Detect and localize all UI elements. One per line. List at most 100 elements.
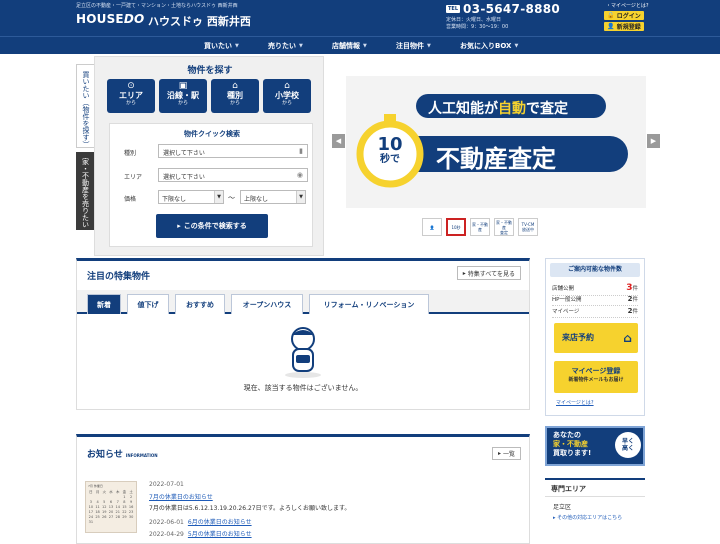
nav-store-info[interactable]: 店舗情報 ▼ [332, 41, 367, 51]
ai-appraisal-banner[interactable]: 人工知能が自動で査定 10 秒で 不動産査定 [346, 76, 646, 208]
banner-headline: 人工知能が自動で査定 [428, 101, 568, 117]
property-count-title: ご案内可能な物件数 [550, 263, 640, 277]
mypage-register-button[interactable]: マイページ登録 新着物件メールもお届け [554, 361, 638, 393]
train-icon: ▣ [178, 81, 188, 91]
chevron-down-icon: ▼ [214, 191, 223, 203]
phone-number[interactable]: 03-5647-8880 [463, 2, 560, 16]
banner-next-arrow[interactable]: ▶ [647, 134, 660, 148]
tab-reform[interactable]: リフォーム・リノベーション [309, 294, 429, 314]
featured-title: 注目の特集物件 [87, 272, 151, 282]
price-min-select[interactable]: 下限なし ▼ [158, 190, 224, 204]
nav-featured[interactable]: 注目物件 ▼ [396, 41, 431, 51]
news-title: お知らせ INFORMATION [87, 450, 158, 460]
news-item[interactable]: 2022-06-01 6月の休業日のお知らせ [149, 517, 252, 526]
area-label: エリア [124, 174, 143, 181]
calendar-header: 7月 休業日 [88, 484, 103, 488]
thumbnail-2[interactable]: 10秒 [446, 218, 466, 236]
thumbnail-4[interactable]: 家・不動産 査定 [494, 218, 514, 236]
thumbnail-5[interactable]: TV-CM 放送中 [518, 218, 538, 236]
tel-badge: TEL [446, 5, 461, 13]
header-bar: 足立区の不動産・一戸建て・マンション・土地ならハウスドゥ 西新井西 HOUSED… [0, 0, 720, 36]
news-item[interactable]: 2022-04-29 5月の休業日のお知らせ [149, 529, 252, 538]
map-pin-icon: ◉ [296, 171, 303, 179]
banner-prev-arrow[interactable]: ◀ [332, 134, 345, 148]
tab-new[interactable]: 新着 [87, 294, 121, 314]
quick-search-box: 物件クイック検索 種別 選択して下さい ▮ エリア 選択して下さい ◉ 価格 下限な… [109, 123, 313, 247]
calendar-day: 25 [95, 515, 100, 519]
news-item-link[interactable]: 7月の休業日のお知らせ [149, 492, 213, 501]
banner-main-text: 不動産査定 [436, 145, 556, 173]
search-by-area-button[interactable]: ⊙ エリア から [107, 79, 155, 113]
calendar-grid: 日月火水木金土 1 2 3 4 5 6 7 8 9 10 11 12 13 14 15 16 17 18 19 20 21… [88, 490, 134, 525]
main-nav: 買いたい ▼ 売りたい ▼ 店舗情報 ▼ 注目物件 ▼ お気に入りBOX ▼ [0, 36, 720, 54]
area-select[interactable]: 選択して下さい ◉ [158, 168, 308, 182]
login-button[interactable]: 🔒 ログイン [604, 11, 644, 20]
chevron-down-icon: ▼ [514, 43, 519, 49]
ad-fast-high-badge: 早く 高く [615, 432, 641, 458]
search-by-line-button[interactable]: ▣ 沿線・駅 から [159, 79, 207, 113]
search-by-type-button[interactable]: ⌂ 種別 から [211, 79, 259, 113]
tab-sell-property[interactable]: 家・不動産を売りたい [76, 152, 94, 230]
register-button[interactable]: 👤 新規登録 [604, 22, 644, 31]
ad-text: あなたの 家・不動産 買取ります! [553, 431, 592, 457]
tab-recommended[interactable]: おすすめ [175, 294, 225, 314]
chevron-right-icon: ▸ [462, 269, 466, 277]
chevron-right-icon: ▸ [177, 222, 181, 230]
map-pin-icon: ⊙ [127, 81, 135, 91]
housedo-logo[interactable]: HOUSEDO [76, 12, 144, 26]
property-count-panel: ご案内可能な物件数 店舗公開 3件 HP一般公開 2件 マイページ 2件 来店予約 ⌂ … [545, 258, 645, 416]
building-icon: ▮ [299, 147, 303, 155]
store-visit-reservation-button[interactable]: 来店予約 ⌂ [554, 323, 638, 353]
featured-tabs: 新着 値下げ おすすめ オープンハウス リフォーム・リノベーション [77, 290, 529, 314]
quick-search-title: 物件クイック検索 [184, 130, 240, 138]
see-all-featured-button[interactable]: ▸ 特集すべてを見る [456, 266, 521, 280]
calendar-day: 26 [102, 515, 107, 519]
nav-favorites[interactable]: お気に入りBOX ▼ [460, 41, 518, 51]
banner-thumbnails: 👤 10秒 家・不動産 家・不動産 査定 TV-CM 放送中 [422, 218, 538, 236]
mypage-about-link[interactable]: マイページとは? [556, 399, 594, 406]
lock-icon: 🔒 [607, 12, 615, 19]
no-results-message: 現在、該当する物件はございません。 [243, 384, 363, 392]
thumbnail-1[interactable]: 👤 [422, 218, 442, 236]
chevron-right-icon: ▶ [650, 137, 657, 145]
calendar-day: 29 [122, 515, 127, 519]
tab-open-house[interactable]: オープンハウス [231, 294, 303, 314]
user-icon: 👤 [607, 23, 615, 30]
property-search-panel: 物件を探す ⊙ エリア から ▣ 沿線・駅 から ⌂ 種別 から ⌂ 小学校 から 物件… [94, 56, 324, 256]
site-tagline: 足立区の不動産・一戸建て・マンション・土地ならハウスドゥ 西新井西 [76, 3, 238, 9]
holiday-calendar-image: 7月 休業日 日月火水木金土 1 2 3 4 5 6 7 8 9 10 11 12 13 14 15 16 17 1… [85, 481, 137, 533]
chevron-down-icon: ▼ [296, 191, 305, 203]
price-max-select[interactable]: 上限なし ▼ [240, 190, 306, 204]
other-areas-link[interactable]: ▸ その他の対応エリアはこちら [553, 514, 622, 521]
mascot-bowing-icon [285, 327, 321, 378]
chevron-down-icon: ▼ [363, 43, 367, 49]
price-label: 価格 [124, 196, 137, 203]
house-icon: ⌂ [623, 331, 632, 345]
calendar-day: 28 [115, 515, 120, 519]
calendar-day: 27 [108, 515, 114, 519]
news-list-button[interactable]: ▸ 一覧 [491, 447, 521, 460]
news-section: お知らせ INFORMATION ▸ 一覧 7月 休業日 日月火水木金土123456… [76, 434, 530, 544]
building-icon: ⌂ [232, 81, 238, 91]
count-row: HP一般公開 2件 [552, 295, 638, 306]
service-area-panel: 専門エリア 足立区 ▸ その他の対応エリアはこちら [545, 478, 645, 540]
calendar-day: 30 [128, 515, 134, 519]
store-name: ハウスドゥ 西新井西 [148, 15, 251, 28]
search-submit-button[interactable]: ▸ この条件で検索する [156, 214, 268, 238]
service-area-item: 足立区 [553, 504, 572, 511]
featured-properties-section: 注目の特集物件 ▸ 特集すべてを見る 新着 値下げ おすすめ オープンハウス リフ… [76, 258, 530, 410]
nav-buy[interactable]: 買いたい ▼ [204, 41, 239, 51]
tab-buy-search[interactable]: 買いたい（物件を探す） [76, 64, 94, 148]
divider [545, 496, 645, 497]
thumbnail-3[interactable]: 家・不動産 [470, 218, 490, 236]
tab-price-down[interactable]: 値下げ [127, 294, 169, 314]
phone-block[interactable]: TEL 03-5647-8880 [446, 2, 560, 16]
buyback-ad-banner[interactable]: あなたの 家・不動産 買取ります! 早く 高く [545, 426, 645, 466]
chevron-down-icon: ▼ [235, 43, 239, 49]
type-select[interactable]: 選択して下さい ▮ [158, 144, 308, 158]
nav-sell[interactable]: 売りたい ▼ [268, 41, 303, 51]
search-title: 物件を探す [187, 66, 233, 76]
banner-badge: 10 秒で [377, 134, 403, 166]
mypage-about-link[interactable]: ・マイページとは? [606, 2, 649, 9]
search-by-school-button[interactable]: ⌂ 小学校 から [263, 79, 311, 113]
